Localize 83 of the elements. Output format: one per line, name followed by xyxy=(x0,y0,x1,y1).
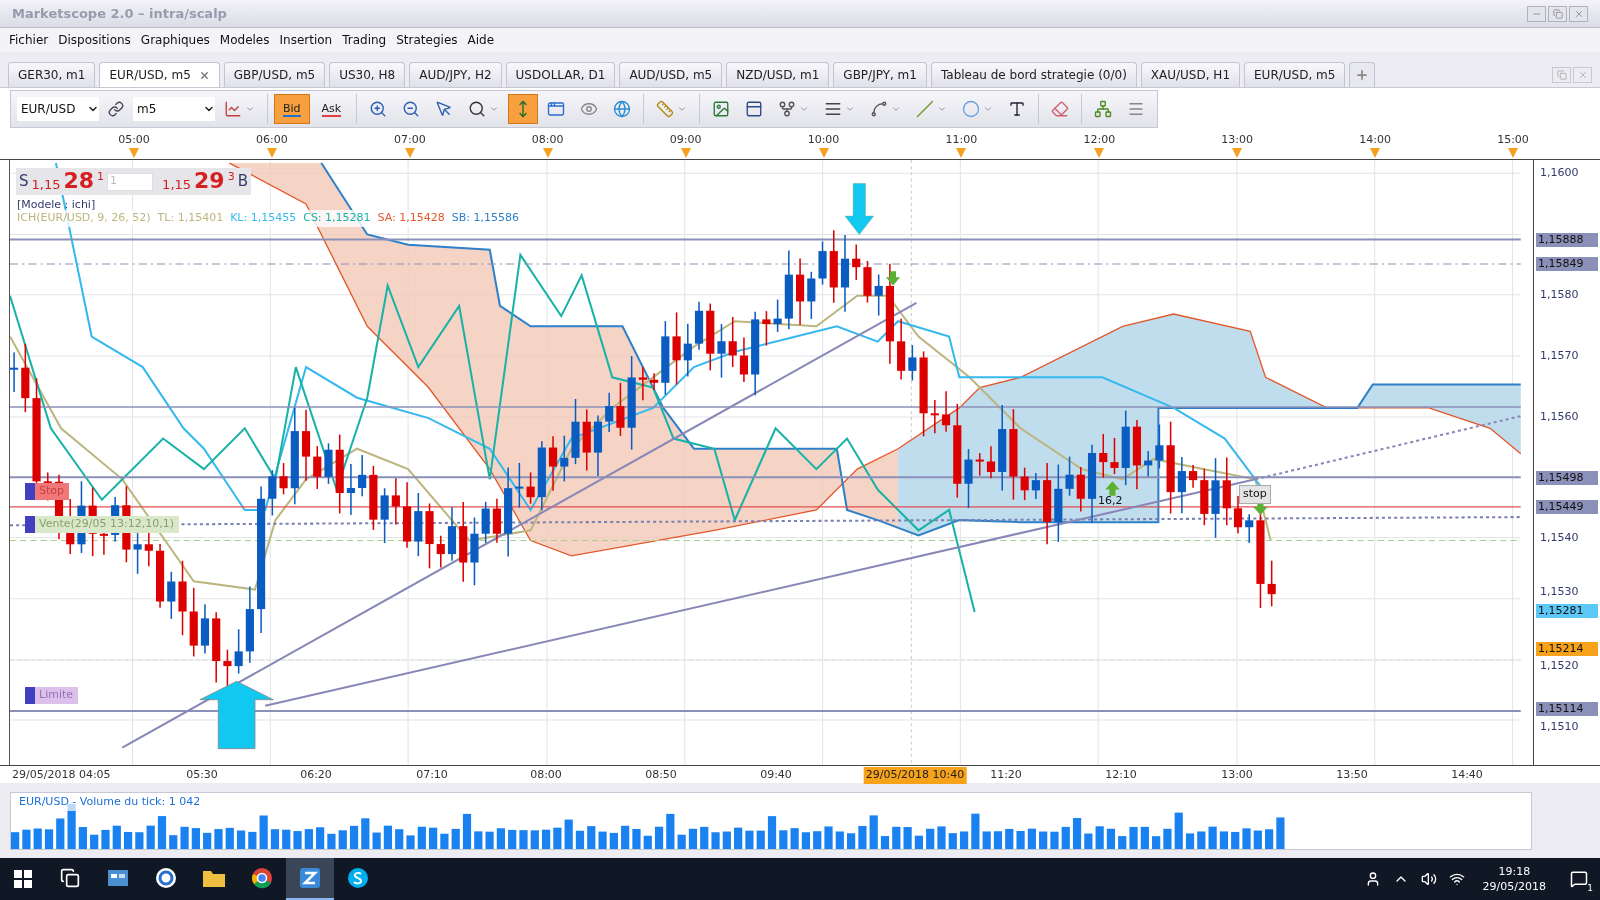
menu-item[interactable]: Modeles xyxy=(214,31,275,49)
time-axis-label: 08:50 xyxy=(644,767,678,783)
time-axis-label: 08:00 xyxy=(531,132,564,148)
price-tick-label: 1,1540 xyxy=(1540,532,1579,544)
pip-value-label: 16,2 xyxy=(1098,493,1123,509)
menu-item[interactable]: Trading xyxy=(337,31,392,49)
chart-tab[interactable]: AUD/JPY, H2 xyxy=(409,62,502,87)
chart-tab[interactable]: GBP/JPY, m1 xyxy=(833,62,927,87)
menu-item[interactable]: Strategies xyxy=(391,31,463,49)
price-marker: 1,15449 xyxy=(1536,500,1598,514)
time-axis-label: 13:00 xyxy=(1220,767,1254,783)
price-mode-button[interactable]: Ask xyxy=(312,94,351,124)
price-tick-label: 1,1530 xyxy=(1540,586,1579,598)
menu-item[interactable]: Fichier xyxy=(4,31,54,49)
symbol-value: EUR/USD xyxy=(21,101,76,118)
chart-tab[interactable]: Tableau de bord strategie (0/0) xyxy=(930,62,1137,87)
time-axis-label: 06:00 xyxy=(256,132,288,148)
chart-tab[interactable]: USDOLLAR, D1 xyxy=(505,62,616,87)
time-axis-label: 14:00 xyxy=(1359,132,1391,148)
price-marker: 1,15281 xyxy=(1536,604,1598,618)
menu-item[interactable]: Aide xyxy=(462,31,500,49)
clock-time: 19:18 xyxy=(1498,864,1531,879)
menu-item[interactable]: Dispositions xyxy=(53,31,136,49)
time-axis-label: 07:10 xyxy=(415,767,449,783)
stop-tag: stop xyxy=(1239,485,1271,504)
chart-tab[interactable]: GBP/USD, m5 xyxy=(223,62,326,87)
notification-count: 1 xyxy=(1587,883,1593,893)
menu-item[interactable]: Graphiques xyxy=(135,31,215,49)
timeframe-value: m5 xyxy=(137,101,157,118)
time-axis-label: 12:00 xyxy=(1083,132,1116,148)
time-axis-label: 14:40 xyxy=(1450,767,1484,783)
time-axis-label: 29/05/2018 04:05 xyxy=(11,767,112,783)
time-axis-label: 09:40 xyxy=(759,767,793,783)
time-axis-label: 08:00 xyxy=(529,767,563,783)
chart-tab[interactable]: AUD/USD, m5 xyxy=(619,62,723,87)
indicator-value: SA: 1,15428 xyxy=(377,210,445,227)
time-axis-label: 29/05/2018 10:40 xyxy=(863,767,967,784)
time-axis-label: 10:00 xyxy=(807,132,840,148)
price-mode-button[interactable]: Bid xyxy=(274,94,310,124)
chart-tab[interactable]: XAU/USD, H1 xyxy=(1140,62,1240,87)
mode-label: Bid xyxy=(283,101,301,117)
time-axis-label: 09:00 xyxy=(669,132,702,148)
clock[interactable]: 19:18 29/05/2018 xyxy=(1476,864,1552,894)
price-tick-label: 1,1570 xyxy=(1540,350,1579,362)
window-title: Marketscope 2.0 – intra/scalp xyxy=(12,4,227,23)
indicator-value: ICH(EUR/USD, 9, 26, 52) xyxy=(17,210,151,227)
menu-item[interactable]: Insertion xyxy=(274,31,338,49)
chart-tab[interactable]: GER30, m1 xyxy=(8,62,96,87)
time-axis-label: 05:30 xyxy=(185,767,219,783)
chart-tab[interactable]: EUR/USD, m5 xyxy=(1244,62,1346,87)
price-tick-label: 1,1520 xyxy=(1540,660,1579,672)
price-tick-label: 1,1580 xyxy=(1540,289,1579,301)
chart-tab[interactable]: EUR/USD, m5 xyxy=(99,62,220,87)
buy-label: B xyxy=(237,171,248,193)
timeframe-select[interactable]: m5 xyxy=(133,97,215,121)
price-tick-label: 1,1600 xyxy=(1540,167,1579,179)
price-marker: 1,15849 xyxy=(1536,257,1598,271)
sell-label: S xyxy=(19,171,29,193)
time-axis-label: 12:10 xyxy=(1104,767,1138,783)
price-tick-label: 1,1510 xyxy=(1540,721,1579,733)
time-axis-label: 15:00 xyxy=(1497,132,1529,148)
price-marker: 1,15114 xyxy=(1536,702,1598,716)
symbol-select[interactable]: EUR/USD xyxy=(17,97,99,121)
time-axis-label: 06:20 xyxy=(299,767,333,783)
chart-tab[interactable]: US30, H8 xyxy=(329,62,406,87)
price-marker: 1,15888 xyxy=(1536,233,1598,247)
time-axis-label: 13:50 xyxy=(1335,767,1369,783)
indicator-value: KL: 1,15455 xyxy=(230,210,297,227)
time-axis-label: 05:00 xyxy=(118,132,150,148)
price-tick-label: 1,1560 xyxy=(1540,411,1579,423)
indicator-value: CS: 1,15281 xyxy=(303,210,371,227)
time-axis-label: 11:00 xyxy=(945,132,978,148)
clock-date: 29/05/2018 xyxy=(1482,879,1546,894)
time-axis-label: 11:20 xyxy=(989,767,1023,783)
time-axis-label: 07:00 xyxy=(393,132,426,148)
time-axis-label: 13:00 xyxy=(1221,132,1254,148)
mode-label: Ask xyxy=(321,101,342,117)
price-marker: 1,15214 xyxy=(1536,642,1598,656)
price-marker: 1,15498 xyxy=(1536,471,1598,485)
template-label: [Modele : ichi] xyxy=(17,197,96,213)
volume-label: EUR/USD - Volume du tick: 1 042 xyxy=(19,794,201,811)
notification-button[interactable]: 1 xyxy=(1564,864,1594,894)
chart-tab[interactable]: NZD/USD, m1 xyxy=(726,62,830,87)
